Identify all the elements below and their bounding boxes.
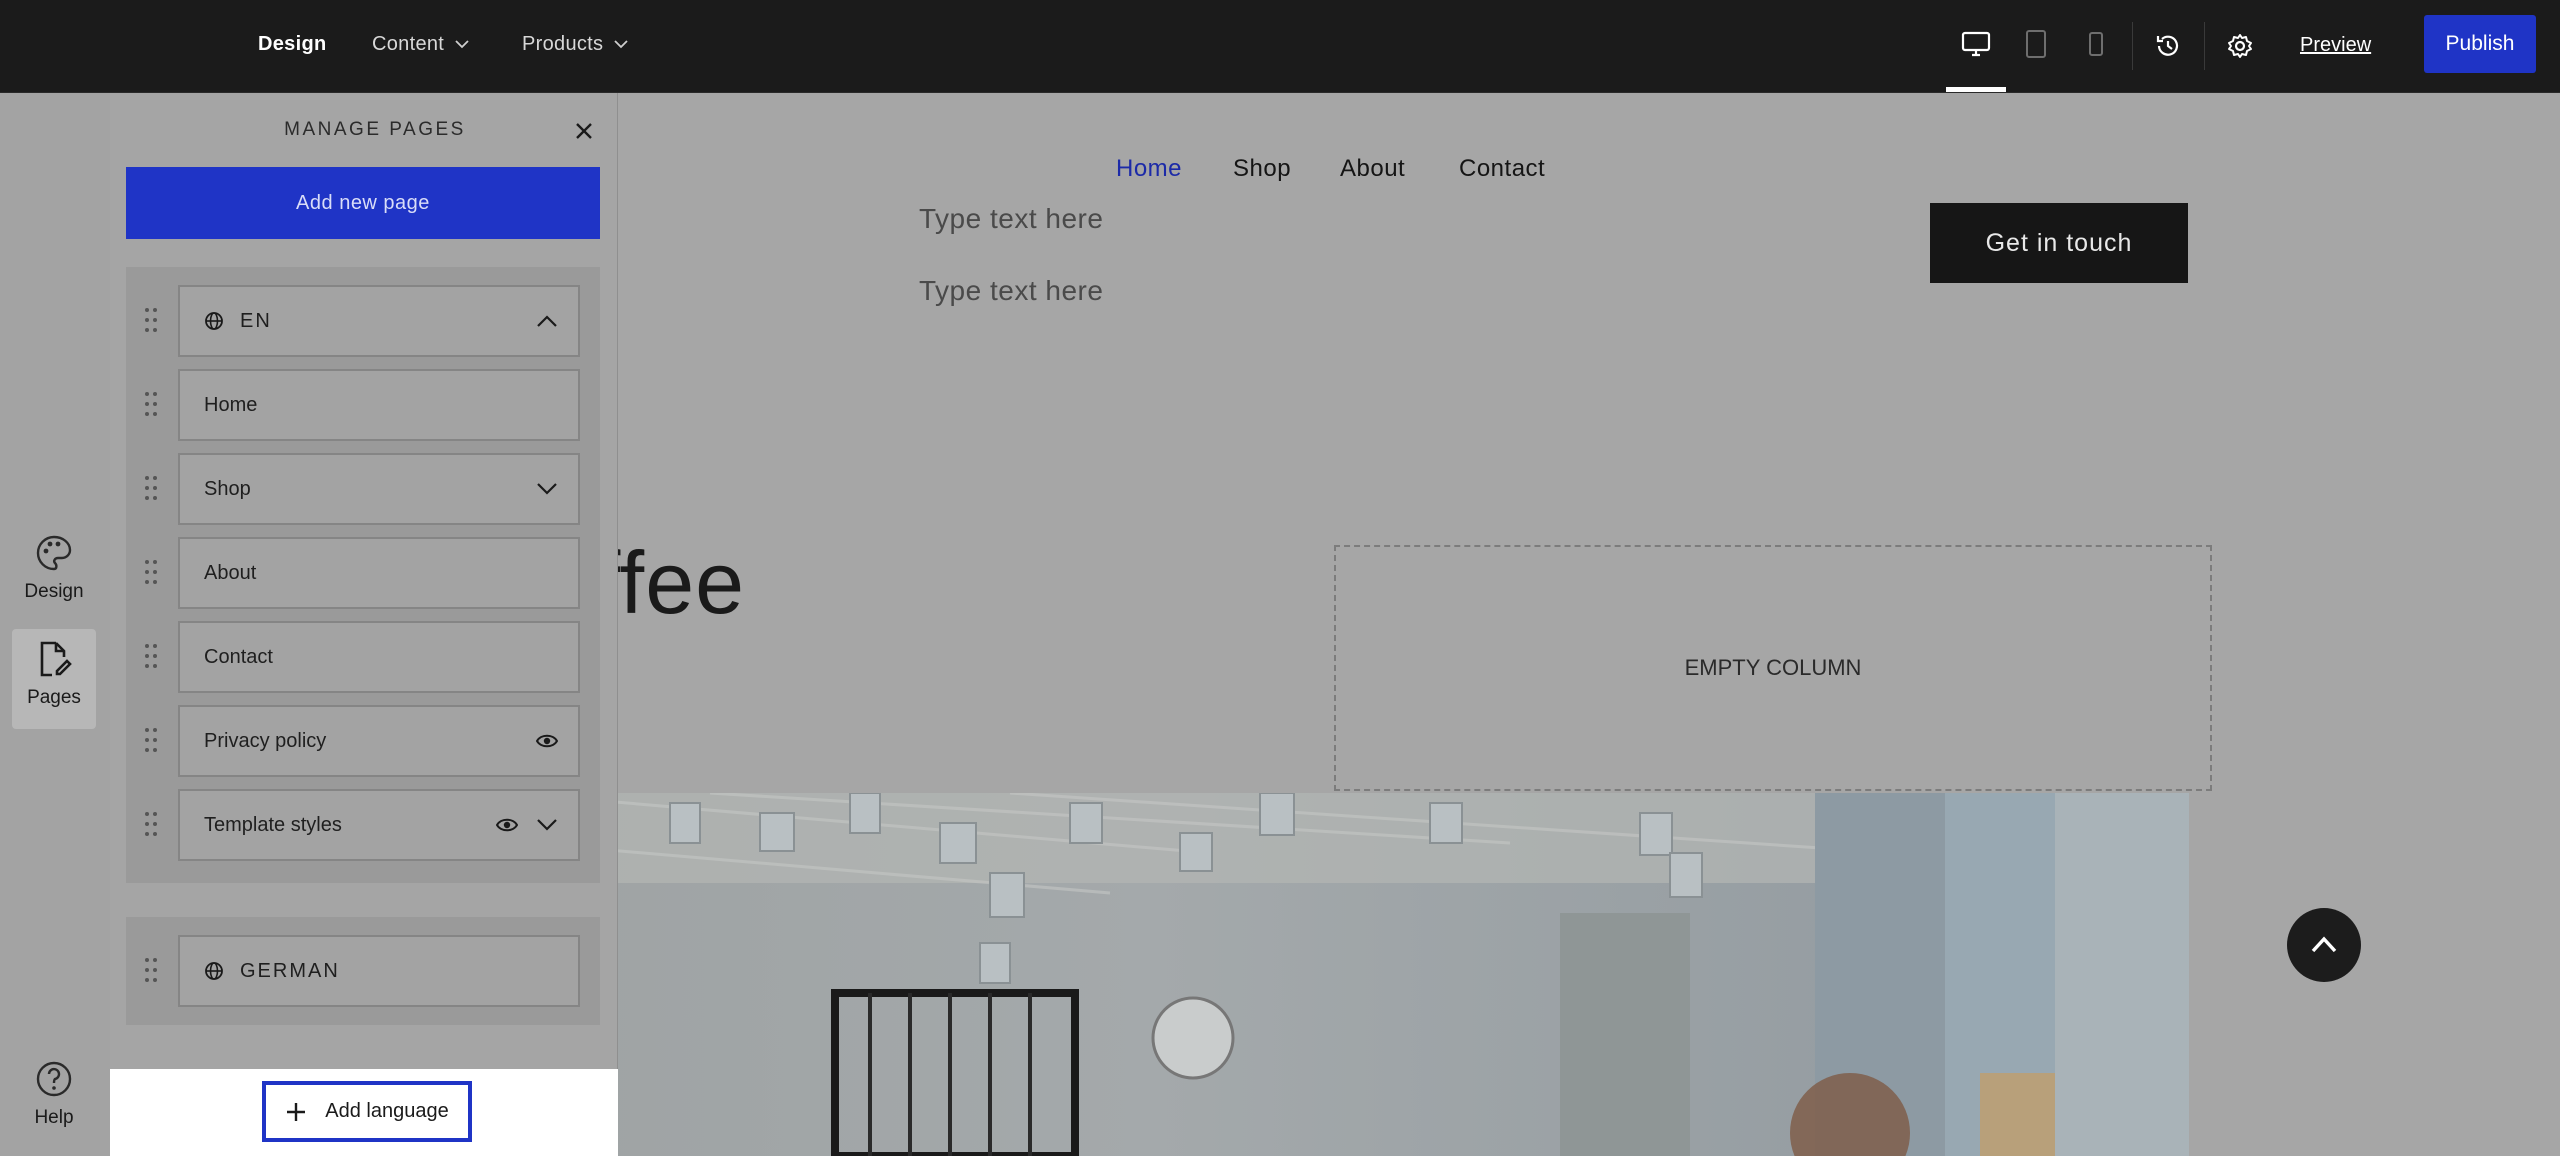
text-placeholder[interactable]: Type text here xyxy=(919,203,1103,235)
palette-icon xyxy=(36,535,72,571)
back-to-top-button[interactable] xyxy=(2287,908,2361,982)
drag-handle-icon[interactable] xyxy=(144,307,158,333)
page-item-template-styles[interactable]: Template styles xyxy=(178,789,580,861)
divider xyxy=(2132,22,2133,70)
page-row: Home xyxy=(126,369,600,441)
language-label: EN xyxy=(240,309,272,332)
top-nav-content-label: Content xyxy=(372,32,445,55)
preview-link[interactable]: Preview xyxy=(2300,34,2371,57)
rail-help-label: Help xyxy=(34,1107,74,1128)
text-placeholder[interactable]: Type text here xyxy=(919,275,1103,307)
page-label: Contact xyxy=(204,645,273,668)
drag-handle-icon[interactable] xyxy=(144,475,158,501)
rail-design-button[interactable]: Design xyxy=(12,533,96,623)
language-group-german: GERMAN xyxy=(126,917,600,1025)
page-row: Template styles xyxy=(126,789,600,861)
top-nav-products-label: Products xyxy=(522,32,604,55)
chevron-down-icon xyxy=(614,40,628,49)
rail-pages-label: Pages xyxy=(27,687,81,708)
tablet-icon xyxy=(2026,30,2046,58)
language-row: GERMAN xyxy=(126,935,600,1007)
page-label: About xyxy=(204,561,257,584)
page-item-about[interactable]: About xyxy=(178,537,580,609)
page-label: Shop xyxy=(204,477,251,500)
chevron-up-icon xyxy=(2311,936,2337,953)
eye-icon[interactable] xyxy=(536,733,558,749)
rail-help-button[interactable]: Help xyxy=(12,1059,96,1149)
panel-footer: Add language xyxy=(110,1069,618,1156)
chevron-down-icon xyxy=(455,40,469,49)
chevron-down-icon[interactable] xyxy=(536,818,558,832)
top-nav-products[interactable]: Products xyxy=(522,0,629,88)
rail-design-label: Design xyxy=(24,581,84,602)
top-nav-design[interactable]: Design xyxy=(258,0,326,88)
top-toolbar: Design Content Products Preview Publish xyxy=(0,0,2560,93)
chevron-up-icon[interactable] xyxy=(536,314,558,328)
mobile-view-button[interactable] xyxy=(2074,22,2118,66)
publish-button[interactable]: Publish xyxy=(2424,15,2536,73)
empty-column-label: EMPTY COLUMN xyxy=(1684,655,1862,680)
history-button[interactable] xyxy=(2146,24,2190,68)
add-new-page-button[interactable]: Add new page xyxy=(126,167,600,239)
site-nav-home[interactable]: Home xyxy=(1116,155,1182,183)
pages-edit-icon xyxy=(40,641,72,677)
add-language-label: Add language xyxy=(325,1100,449,1122)
globe-icon xyxy=(205,312,223,330)
page-item-shop[interactable]: Shop xyxy=(178,453,580,525)
site-nav-contact[interactable]: Contact xyxy=(1459,155,1545,183)
rail-pages-button[interactable]: Pages xyxy=(12,629,96,729)
divider xyxy=(2204,22,2205,70)
close-panel-button[interactable] xyxy=(572,119,596,143)
page-row: Contact xyxy=(126,621,600,693)
language-row: EN xyxy=(126,285,600,357)
get-in-touch-button[interactable]: Get in touch xyxy=(1930,203,2188,283)
drag-handle-icon[interactable] xyxy=(144,957,158,983)
gear-icon xyxy=(2228,34,2252,58)
drag-handle-icon[interactable] xyxy=(144,391,158,417)
drag-handle-icon[interactable] xyxy=(144,559,158,585)
eye-icon[interactable] xyxy=(496,817,518,833)
page-label: Template styles xyxy=(204,813,342,836)
page-item-privacy-policy[interactable]: Privacy policy xyxy=(178,705,580,777)
desktop-view-button[interactable] xyxy=(1954,22,1998,66)
globe-icon xyxy=(205,962,223,980)
help-icon xyxy=(36,1061,72,1097)
tablet-view-button[interactable] xyxy=(2014,22,2058,66)
site-nav-about[interactable]: About xyxy=(1340,155,1405,183)
top-nav-content[interactable]: Content xyxy=(372,0,470,88)
plus-icon xyxy=(287,1102,306,1121)
desktop-icon xyxy=(1961,31,1991,57)
page-row: Shop xyxy=(126,453,600,525)
drag-handle-icon[interactable] xyxy=(144,811,158,837)
manage-pages-panel: MANAGE PAGES Add new page EN Home Shop A… xyxy=(110,93,618,1156)
history-icon xyxy=(2156,35,2179,56)
empty-column[interactable]: EMPTY COLUMN xyxy=(1334,545,2212,791)
mobile-icon xyxy=(2089,32,2103,56)
page-label: Home xyxy=(204,393,258,416)
left-rail: Design Pages Help xyxy=(0,93,110,1156)
language-label: GERMAN xyxy=(240,959,340,982)
drag-handle-icon[interactable] xyxy=(144,643,158,669)
page-row: Privacy policy xyxy=(126,705,600,777)
page-label: Privacy policy xyxy=(204,729,327,752)
drag-handle-icon[interactable] xyxy=(144,727,158,753)
chevron-down-icon[interactable] xyxy=(536,482,558,496)
active-view-indicator xyxy=(1946,87,2006,92)
page-item-home[interactable]: Home xyxy=(178,369,580,441)
site-nav-shop[interactable]: Shop xyxy=(1233,155,1291,183)
panel-title: MANAGE PAGES xyxy=(284,119,466,140)
page-item-contact[interactable]: Contact xyxy=(178,621,580,693)
language-card-en[interactable]: EN xyxy=(178,285,580,357)
page-row: About xyxy=(126,537,600,609)
top-nav-design-label: Design xyxy=(258,32,327,55)
add-language-button[interactable]: Add language xyxy=(262,1081,472,1142)
language-group-en: EN Home Shop About Contact Privacy polic… xyxy=(126,267,600,883)
close-icon xyxy=(576,123,592,139)
language-card-german[interactable]: GERMAN xyxy=(178,935,580,1007)
settings-button[interactable] xyxy=(2218,24,2262,68)
